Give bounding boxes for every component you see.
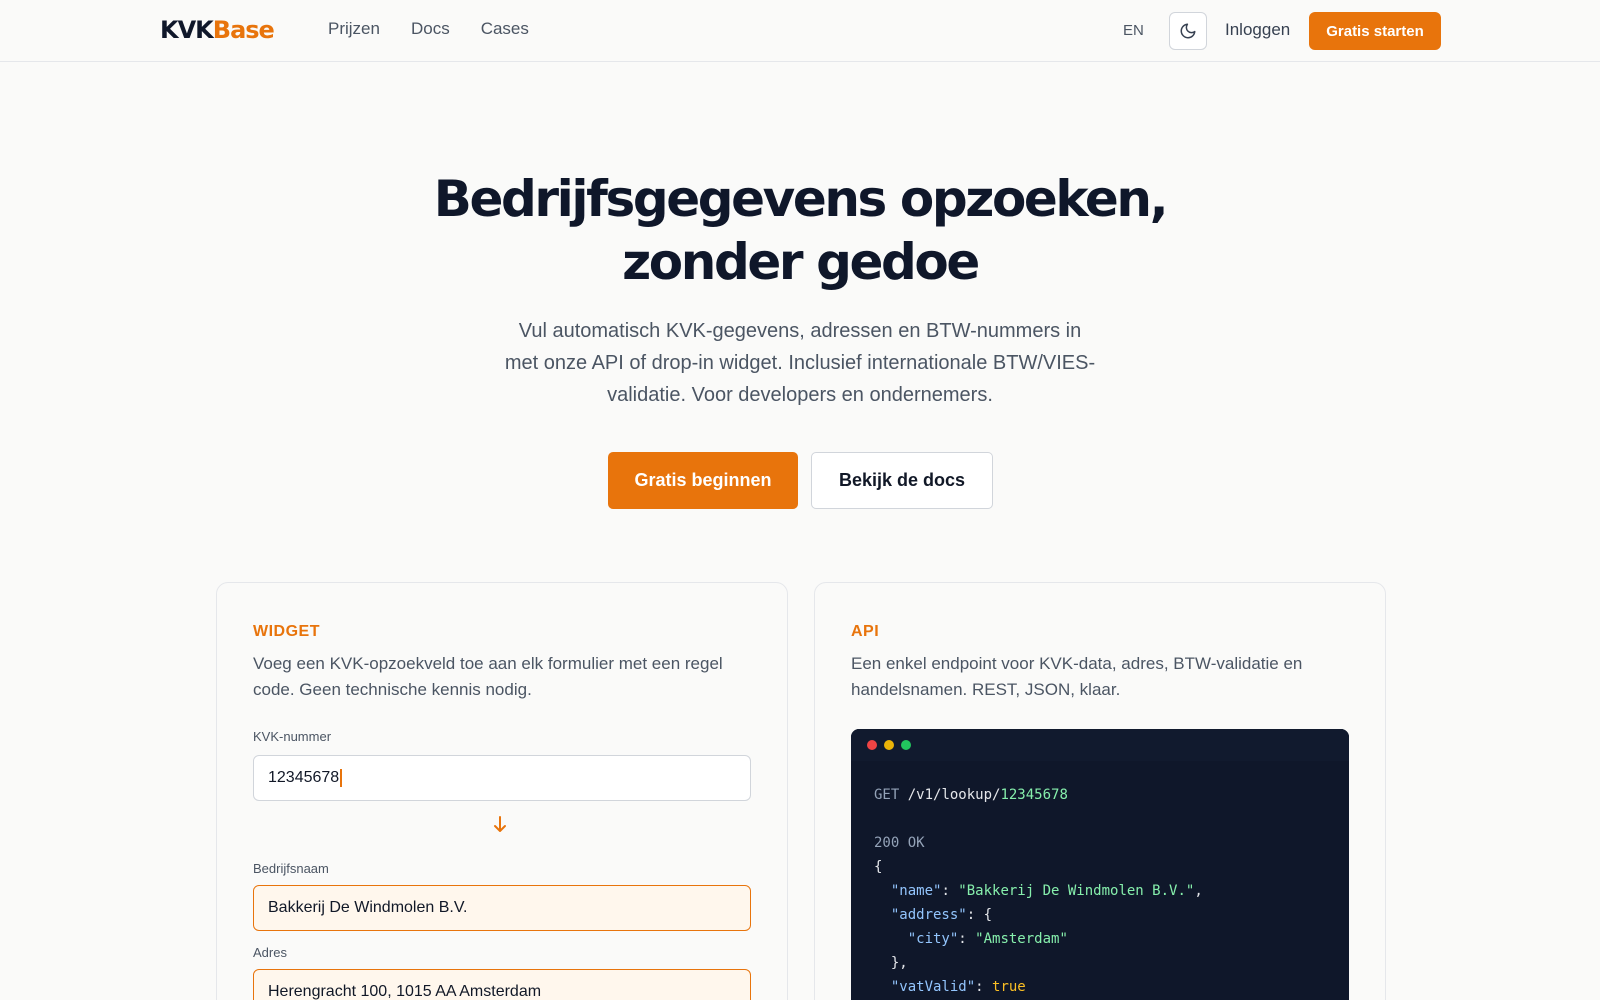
code-id: 12345678 xyxy=(1000,787,1068,803)
theme-toggle-button[interactable] xyxy=(1169,12,1207,50)
code-key-city: "city" xyxy=(907,931,959,947)
main-nav: Prijzen Docs Cases xyxy=(328,19,529,39)
code-close-obj: }, xyxy=(890,955,908,971)
code-body: GET /v1/lookup/12345678 200 OK { "name":… xyxy=(874,787,1203,995)
kvk-number-label: KVK-nummer xyxy=(253,729,332,744)
hero-title-line-2: zonder gedoe xyxy=(622,233,980,291)
code-key-vat: "vatValid" xyxy=(890,979,976,995)
nav-link-cases[interactable]: Cases xyxy=(481,19,529,39)
logo-part-1: KVK xyxy=(160,16,214,44)
widget-description: Voeg een KVK-opzoekveld toe aan elk form… xyxy=(253,654,723,699)
widget-label: WIDGET xyxy=(253,623,320,640)
login-link[interactable]: Inloggen xyxy=(1225,20,1290,40)
site-header: KVKBase Prijzen Docs Cases EN Inloggen G… xyxy=(0,0,1600,62)
minimize-dot-icon xyxy=(884,740,894,750)
code-window: GET /v1/lookup/12345678 200 OK { "name":… xyxy=(851,729,1349,1000)
code-window-bar xyxy=(851,729,1349,761)
logo[interactable]: KVKBase xyxy=(160,16,275,44)
start-free-button[interactable]: Gratis starten xyxy=(1309,12,1441,50)
arrow-down-icon xyxy=(493,815,507,838)
moon-icon xyxy=(1180,23,1196,39)
address-label: Adres xyxy=(253,945,287,960)
maximize-dot-icon xyxy=(901,740,911,750)
nav-link-docs[interactable]: Docs xyxy=(411,19,450,39)
code-path: /v1/lookup/ xyxy=(907,787,1001,803)
code-val-vat: true xyxy=(992,979,1026,995)
address-field[interactable]: Herengracht 100, 1015 AA Amsterdam xyxy=(253,969,751,1000)
kvk-number-input[interactable]: 12345678 xyxy=(253,755,751,801)
hero-subtitle: Vul automatisch KVK-gegevens, adressen e… xyxy=(504,320,1096,406)
code-key-name: "name" xyxy=(890,883,942,899)
code-status: 200 OK xyxy=(874,835,925,851)
hero-title-line-1: Bedrijfsgegevens opzoeken, xyxy=(433,170,1169,228)
code-open-brace: { xyxy=(874,859,883,875)
kvk-number-value: 12345678 xyxy=(268,769,340,786)
widget-card: WIDGET Voeg een KVK-opzoekveld toe aan e… xyxy=(216,582,788,1000)
company-name-value: Bakkerij De Windmolen B.V. xyxy=(268,899,468,916)
view-docs-button[interactable]: Bekijk de docs xyxy=(811,452,993,509)
address-value: Herengracht 100, 1015 AA Amsterdam xyxy=(268,983,542,1000)
nav-link-prijzen[interactable]: Prijzen xyxy=(328,19,380,39)
code-val-name: "Bakkerij De Windmolen B.V." xyxy=(958,883,1195,899)
language-switch[interactable]: EN xyxy=(1123,22,1144,39)
code-val-city: "Amsterdam" xyxy=(975,931,1068,947)
hero-title: Bedrijfsgegevens opzoeken, zonder gedoe xyxy=(0,168,1600,294)
code-method: GET xyxy=(874,787,900,803)
text-cursor xyxy=(340,769,343,787)
api-label: API xyxy=(851,623,880,640)
close-dot-icon xyxy=(867,740,877,750)
code-key-address: "address" xyxy=(890,907,967,923)
company-name-label: Bedrijfsnaam xyxy=(253,861,329,876)
company-name-field[interactable]: Bakkerij De Windmolen B.V. xyxy=(253,885,751,931)
start-free-hero-button[interactable]: Gratis beginnen xyxy=(608,452,798,509)
api-card: API Een enkel endpoint voor KVK-data, ad… xyxy=(814,582,1386,1000)
api-description: Een enkel endpoint voor KVK-data, adres,… xyxy=(851,654,1303,699)
logo-part-2: Base xyxy=(212,16,275,44)
